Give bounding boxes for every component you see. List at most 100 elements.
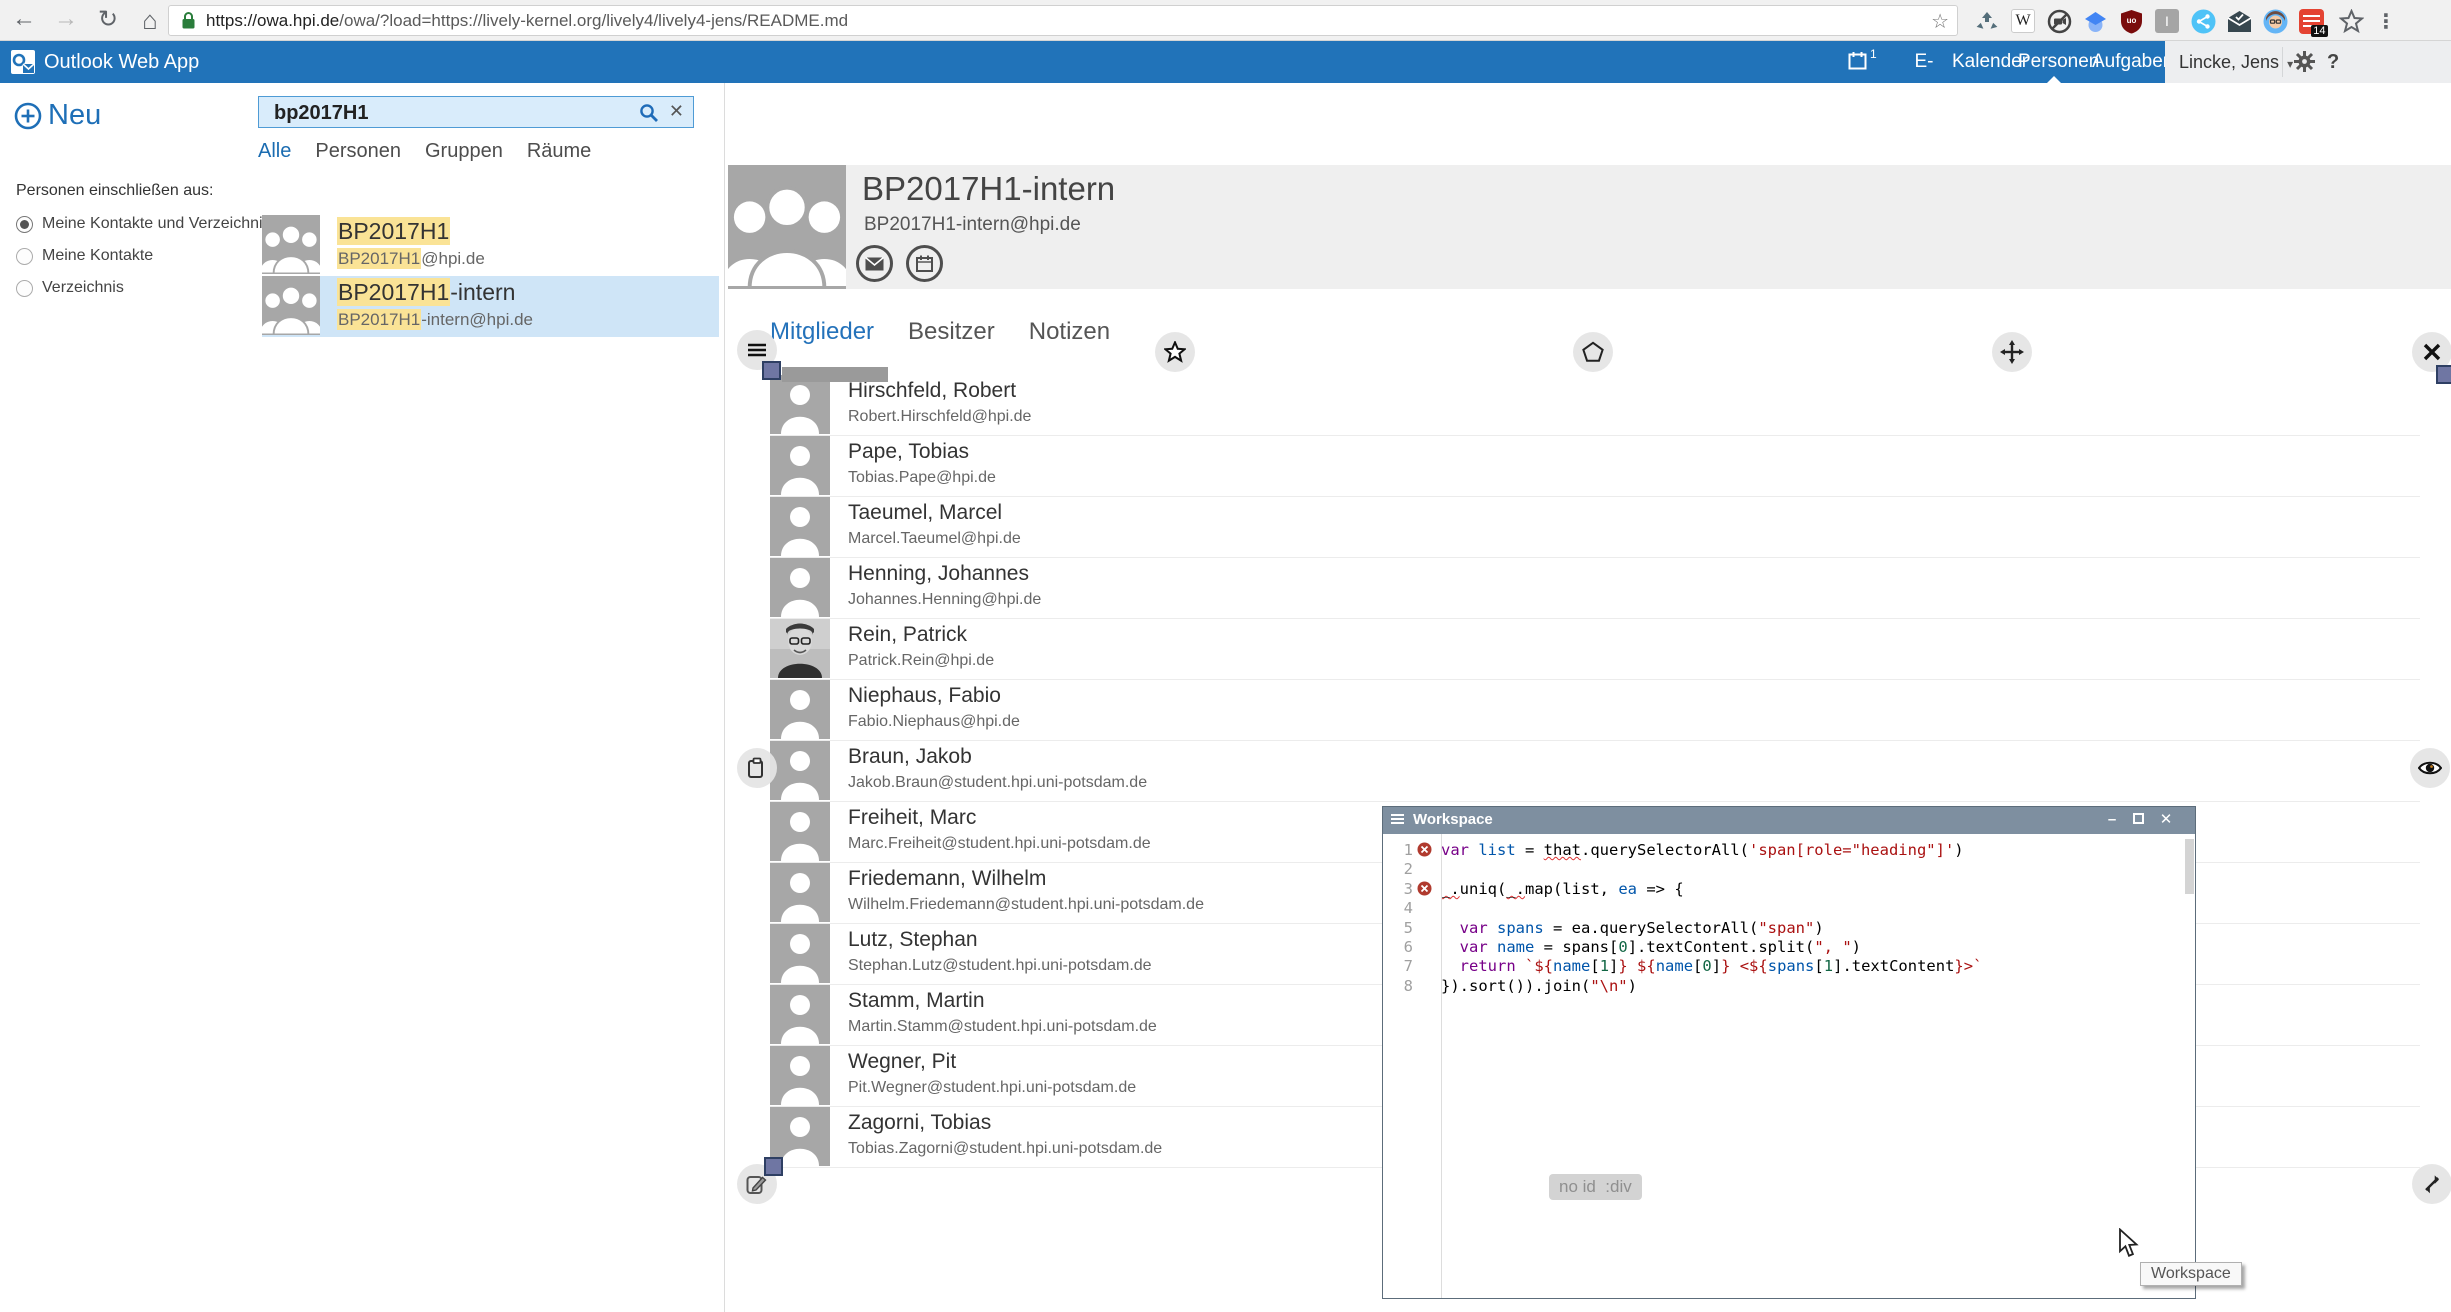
halo-corner-handle[interactable]: [764, 1157, 783, 1176]
contact-source-option[interactable]: Verzeichnis: [16, 272, 271, 304]
member-avatar: [770, 375, 830, 434]
close-window-button[interactable]: ✕: [2153, 807, 2179, 834]
member-row[interactable]: Braun, Jakob Jakob.Braun@student.hpi.uni…: [770, 741, 2420, 802]
close-icon: [2423, 343, 2441, 361]
extension-share-icon[interactable]: [2188, 6, 2218, 36]
contact-source-option[interactable]: Meine Kontakte und Verzeichnis: [16, 208, 271, 240]
search-result-row[interactable]: BP2017H1-intern BP2017H1-intern@hpi.de: [262, 276, 719, 337]
member-row[interactable]: Rein, Patrick Patrick.Rein@hpi.de: [770, 619, 2420, 680]
contact-title: BP2017H1-intern: [862, 170, 1115, 208]
extension-gray-icon[interactable]: I: [2152, 6, 2182, 36]
member-row[interactable]: Niephaus, Fabio Fabio.Niephaus@hpi.de: [770, 680, 2420, 741]
window-menu-icon[interactable]: [1391, 814, 1404, 826]
help-button[interactable]: ?: [2327, 41, 2339, 83]
search-filter-tab[interactable]: Personen: [315, 140, 401, 163]
back-icon[interactable]: ←: [8, 5, 40, 33]
halo-corner-handle[interactable]: [762, 361, 781, 380]
code-line[interactable]: 6 var name = spans[0].textContent.split(…: [1383, 938, 2195, 957]
halo-move-button[interactable]: [1992, 332, 2032, 372]
extension-avatar-icon[interactable]: [2260, 6, 2290, 36]
extension-ublock-icon[interactable]: uo: [2116, 6, 2146, 36]
code-text: var spans = ea.querySelectorAll("span"): [1435, 919, 1824, 937]
maximize-button[interactable]: [2125, 807, 2151, 834]
address-bar[interactable]: https://owa.hpi.de/owa/?load=https://liv…: [168, 5, 1958, 36]
extension-recycle-icon[interactable]: [1972, 6, 2002, 36]
gear-icon: [2293, 50, 2316, 73]
code-line[interactable]: 5 var spans = ea.querySelectorAll("span"…: [1383, 919, 2195, 938]
workspace-window: Workspace – ✕ 1var list = that.querySele…: [1382, 806, 2196, 1299]
member-row[interactable]: Taeumel, Marcel Marcel.Taeumel@hpi.de: [770, 497, 2420, 558]
new-contact-button[interactable]: Neu: [14, 99, 101, 132]
code-text: _.uniq(_.map(list, ea => {: [1435, 880, 1684, 898]
search-filter-tab[interactable]: Alle: [258, 140, 291, 163]
halo-corner-handle[interactable]: [2436, 365, 2451, 384]
code-text: var name = spans[0].textContent.split(",…: [1435, 938, 1861, 956]
user-menu[interactable]: Lincke, Jens▾: [2179, 41, 2293, 83]
clear-search-icon[interactable]: ✕: [669, 101, 684, 122]
include-from-label: Personen einschließen aus:: [16, 182, 213, 200]
contact-tab[interactable]: Notizen: [1029, 318, 1110, 346]
code-line[interactable]: 8}).sort()).join("\n"): [1383, 977, 2195, 996]
people-search-input[interactable]: bp2017H1 ✕: [258, 96, 694, 128]
extension-star-icon[interactable]: [2336, 6, 2366, 36]
halo-drag-bar[interactable]: [782, 367, 888, 382]
radio-button[interactable]: [16, 280, 33, 297]
extension-inbox-icon[interactable]: [2224, 6, 2254, 36]
member-avatar: [770, 558, 830, 617]
forward-icon[interactable]: →: [50, 5, 82, 33]
halo-copy-button[interactable]: [737, 748, 777, 788]
schedule-meeting-button[interactable]: [906, 245, 943, 282]
radio-button[interactable]: [16, 216, 33, 233]
contact-tab[interactable]: Mitglieder: [770, 318, 874, 346]
mouse-cursor: [2118, 1228, 2140, 1263]
member-name: Friedemann, Wilhelm: [848, 867, 1046, 891]
minimize-button[interactable]: –: [2099, 807, 2125, 834]
pentagon-icon: [1582, 341, 1604, 363]
reload-icon[interactable]: ↻: [92, 5, 124, 34]
url-text: https://owa.hpi.de/owa/?load=https://liv…: [206, 11, 848, 31]
extension-todoist-icon[interactable]: 14: [2296, 6, 2326, 36]
radio-button[interactable]: [16, 248, 33, 265]
member-name: Pape, Tobias: [848, 440, 969, 464]
member-row[interactable]: Hirschfeld, Robert Robert.Hirschfeld@hpi…: [770, 375, 2420, 436]
extension-wikipedia-icon[interactable]: W: [2008, 6, 2038, 36]
group-avatar: [262, 276, 320, 335]
owa-nav-item[interactable]: Personen: [2018, 41, 2090, 83]
code-line[interactable]: 1var list = that.querySelectorAll('span[…: [1383, 841, 2195, 860]
code-line[interactable]: 4: [1383, 899, 2195, 918]
search-filter-tab[interactable]: Gruppen: [425, 140, 503, 163]
search-icon[interactable]: [639, 103, 659, 128]
workspace-titlebar[interactable]: Workspace – ✕: [1383, 807, 2195, 834]
home-icon[interactable]: ⌂: [134, 5, 166, 36]
member-email: Pit.Wegner@student.hpi.uni-potsdam.de: [848, 1079, 1136, 1097]
member-avatar: [770, 924, 830, 983]
owa-nav-item[interactable]: Kalender: [1952, 41, 2016, 83]
code-editor[interactable]: 1var list = that.querySelectorAll('span[…: [1383, 834, 2195, 1298]
contact-source-option[interactable]: Meine Kontakte: [16, 240, 271, 272]
browser-menu-icon[interactable]: ⋮: [2376, 6, 2396, 36]
search-filter-tab[interactable]: Räume: [527, 140, 591, 163]
code-line[interactable]: 2: [1383, 860, 2195, 879]
halo-resize-button[interactable]: [2412, 1164, 2451, 1204]
halo-shape-button[interactable]: [1573, 332, 1613, 372]
editor-scrollbar[interactable]: [2185, 839, 2194, 894]
extension-no-video-icon[interactable]: [2044, 6, 2074, 36]
settings-button[interactable]: [2293, 50, 2316, 78]
bookmark-star-icon[interactable]: ☆: [1931, 9, 1949, 34]
search-result-row[interactable]: BP2017H1 BP2017H1@hpi.de: [262, 215, 719, 276]
member-row[interactable]: Pape, Tobias Tobias.Pape@hpi.de: [770, 436, 2420, 497]
extension-scholar-icon[interactable]: [2080, 6, 2110, 36]
member-avatar: [770, 680, 830, 739]
result-email: BP2017H1-intern@hpi.de: [337, 310, 533, 330]
member-email: Marcel.Taeumel@hpi.de: [848, 530, 1021, 548]
code-line[interactable]: 3_.uniq(_.map(list, ea => {: [1383, 880, 2195, 899]
send-email-button[interactable]: [856, 245, 893, 282]
owa-nav-item[interactable]: Aufgaben: [2092, 41, 2164, 83]
contact-tab[interactable]: Besitzer: [908, 318, 995, 346]
halo-inspect-button[interactable]: [2410, 748, 2450, 788]
owa-nav-item[interactable]: E-Mail: [1898, 41, 1950, 83]
halo-star-button[interactable]: [1155, 332, 1195, 372]
code-line[interactable]: 7 return `${name[1]} ${name[0]} <${spans…: [1383, 957, 2195, 976]
member-row[interactable]: Henning, Johannes Johannes.Henning@hpi.d…: [770, 558, 2420, 619]
reminders-button[interactable]: 1: [1848, 51, 1874, 75]
